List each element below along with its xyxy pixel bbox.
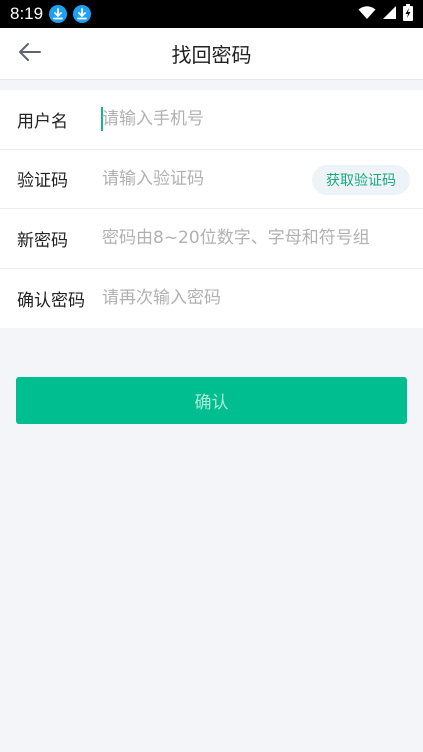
signal-icon <box>382 5 397 24</box>
confirm-password-row: 确认密码 <box>0 268 423 328</box>
new-password-row: 新密码 <box>0 209 423 269</box>
reset-password-form: 用户名 验证码 获取验证码 新密码 确认密码 <box>0 90 423 328</box>
wifi-icon <box>358 5 376 24</box>
header: 找回密码 <box>0 28 423 80</box>
username-row: 用户名 <box>0 90 423 150</box>
confirm-password-label: 确认密码 <box>17 290 85 311</box>
status-icons <box>358 3 413 25</box>
status-time: 8:19 <box>10 4 44 23</box>
new-password-label: 新密码 <box>17 230 68 251</box>
page-title: 找回密码 <box>171 43 252 67</box>
confirm-button[interactable]: 确认 <box>16 377 407 424</box>
new-password-input[interactable] <box>102 209 407 268</box>
battery-charging-icon <box>403 3 413 25</box>
back-button[interactable] <box>12 36 48 72</box>
username-input[interactable] <box>102 90 407 149</box>
download-icon <box>73 5 92 23</box>
confirm-password-input[interactable] <box>102 268 407 328</box>
verification-code-input[interactable] <box>102 149 303 208</box>
download-icon <box>49 5 68 23</box>
get-code-button[interactable]: 获取验证码 <box>312 164 410 195</box>
verification-code-row: 验证码 获取验证码 <box>0 149 423 209</box>
status-bar: 8:19 <box>0 0 423 28</box>
verification-code-label: 验证码 <box>17 171 68 192</box>
arrow-left-icon <box>18 42 42 66</box>
username-label: 用户名 <box>17 111 68 132</box>
